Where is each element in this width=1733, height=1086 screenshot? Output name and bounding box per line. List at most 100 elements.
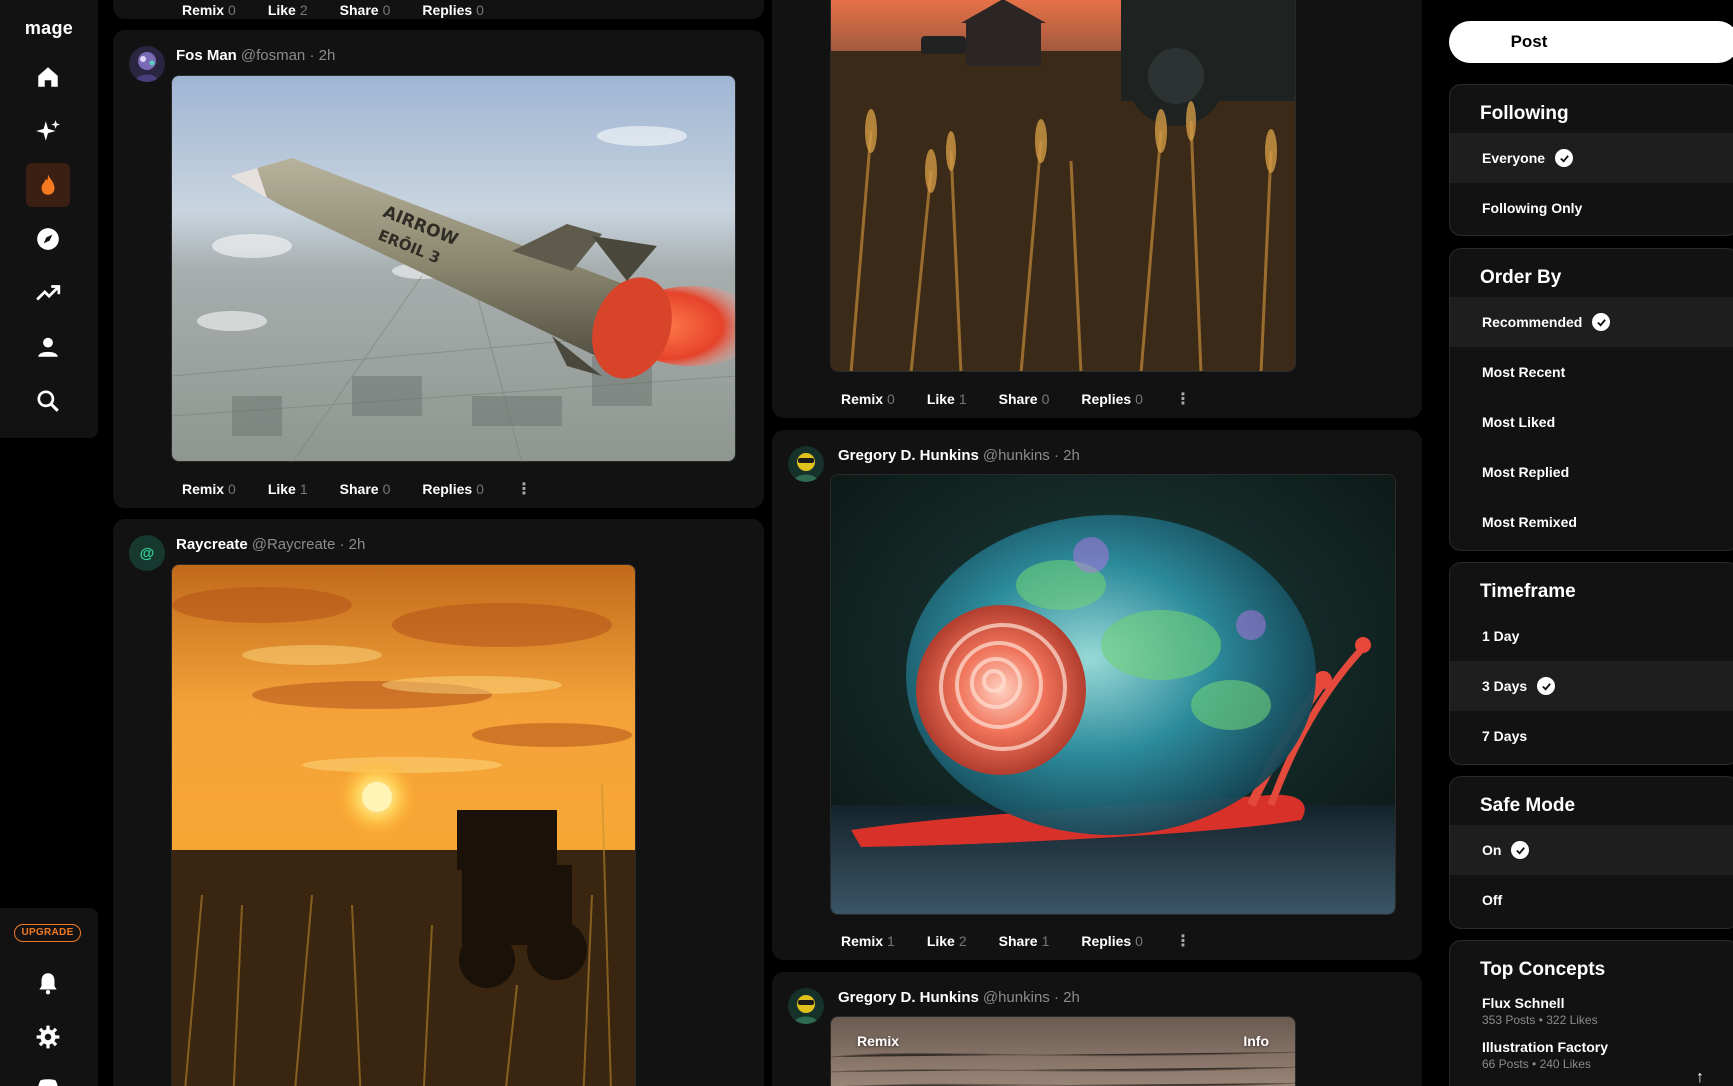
post-card: Gregory D. Hunkins@hunkins · 2h Remix1 — [772, 430, 1422, 960]
timeframe-option-3-days[interactable]: 3 Days — [1450, 661, 1733, 711]
post-time: · 2h — [339, 536, 366, 553]
panel-title: Timeframe — [1480, 581, 1576, 602]
more-options-icon[interactable]: ⋮ — [1175, 931, 1191, 951]
post-button[interactable]: Post — [1449, 21, 1733, 63]
post-actions: Remix 0 Like 1 Share 0 Replies 0 ⋮ — [182, 479, 532, 499]
avatar[interactable] — [788, 446, 824, 482]
post-card: Remix 0 Like 1 Share 0 Replies 0 ⋮ — [772, 0, 1422, 418]
post-author: Fos Man @fosman · 2h — [176, 47, 335, 64]
timeframe-option-7-days[interactable]: 7 Days — [1450, 711, 1733, 761]
order-option-most-replied[interactable]: Most Replied — [1450, 447, 1733, 497]
timeframe-option-1-day[interactable]: 1 Day — [1450, 611, 1733, 661]
panel-title: Following — [1480, 103, 1569, 124]
discord-icon[interactable] — [26, 1066, 70, 1086]
share-button[interactable]: Share 0 — [999, 391, 1050, 407]
avatar[interactable] — [129, 46, 165, 82]
post-image[interactable]: AIRROW ERŌIL 3 — [171, 75, 736, 462]
panel-title: Top Concepts — [1480, 959, 1606, 980]
safe-mode-option-off[interactable]: Off — [1450, 875, 1733, 925]
gear-icon[interactable] — [26, 1015, 70, 1059]
post-author: Raycreate @Raycreate · 2h — [176, 536, 365, 553]
bell-icon[interactable] — [26, 961, 70, 1005]
remix-button[interactable]: Remix 0 — [182, 2, 236, 18]
upgrade-button[interactable]: UPGRADE — [14, 924, 81, 942]
user-icon[interactable] — [26, 325, 70, 369]
post-image[interactable] — [830, 0, 1296, 372]
share-button[interactable]: Share 0 — [340, 2, 391, 18]
check-icon — [1555, 149, 1574, 167]
post-author: Gregory D. Hunkins @hunkins · 2h — [838, 447, 1080, 464]
home-icon[interactable] — [26, 55, 70, 99]
remix-button[interactable]: Remix 0 — [182, 481, 236, 497]
author-name[interactable]: Gregory D. Hunkins — [838, 447, 979, 464]
avatar[interactable] — [788, 988, 824, 1024]
filter-option-following-only[interactable]: Following Only — [1450, 183, 1733, 233]
post-card: Gregory D. Hunkins @hunkins · 2h Remix In… — [772, 972, 1422, 1086]
post-card: @ Raycreate @Raycreate · 2h — [113, 519, 764, 1086]
search-icon[interactable] — [26, 379, 70, 423]
share-button[interactable]: Share 1 — [999, 933, 1050, 949]
author-name[interactable]: Gregory D. Hunkins — [838, 989, 979, 1006]
concept-item[interactable]: Flux Schnell 353 Posts • 322 Likes — [1450, 995, 1733, 1027]
order-option-recommended[interactable]: Recommended — [1450, 297, 1733, 347]
remix-button[interactable]: Remix 0 — [841, 391, 895, 407]
check-icon — [1537, 677, 1556, 695]
author-name[interactable]: Raycreate — [176, 536, 248, 553]
replies-button[interactable]: Replies 0 — [422, 2, 484, 18]
post-card: Fos Man @fosman · 2h AIRROW ERŌIL 3 Remix… — [113, 30, 764, 508]
post-image[interactable]: Remix Info — [830, 1016, 1296, 1086]
compass-icon[interactable] — [26, 217, 70, 261]
replies-button[interactable]: Replies 0 — [1081, 391, 1143, 407]
logo[interactable]: mage — [0, 18, 98, 39]
share-button[interactable]: Share 0 — [340, 481, 391, 497]
like-button[interactable]: Like 1 — [268, 481, 308, 497]
post-card-partial: Remix 0 Like 2 Share 0 Replies 0 — [113, 0, 764, 19]
concept-item[interactable]: Illustration Factory 66 Posts • 240 Like… — [1450, 1039, 1733, 1071]
post-time: · 2h — [1053, 447, 1080, 464]
panel-title: Order By — [1480, 267, 1562, 288]
like-button[interactable]: Like 1 — [927, 391, 967, 407]
trending-icon[interactable] — [26, 271, 70, 315]
author-handle[interactable]: @hunkins — [983, 989, 1050, 1006]
image-info-button[interactable]: Info — [1243, 1033, 1269, 1049]
scroll-to-top-icon[interactable]: ↑ — [1696, 1069, 1704, 1086]
remix-button[interactable]: Remix 1 — [841, 933, 895, 949]
author-name[interactable]: Fos Man — [176, 47, 237, 64]
sparkles-icon[interactable] — [26, 109, 70, 153]
safe-mode-option-on[interactable]: On — [1450, 825, 1733, 875]
like-button[interactable]: Like 2 — [268, 2, 308, 18]
post-image[interactable] — [171, 564, 636, 1086]
check-icon — [1592, 313, 1611, 331]
like-button[interactable]: Like 2 — [927, 933, 967, 949]
post-actions: Remix 1 Like 2 Share 1 Replies 0 ⋮ — [841, 931, 1191, 951]
check-icon — [1511, 841, 1530, 859]
panel-title: Safe Mode — [1480, 795, 1576, 816]
order-option-most-remixed[interactable]: Most Remixed — [1450, 497, 1733, 547]
avatar[interactable]: @ — [129, 535, 165, 571]
safe-mode-panel: Safe Mode On Off — [1449, 776, 1733, 929]
at-icon: @ — [139, 544, 155, 562]
left-nav: mage — [0, 0, 98, 438]
filter-option-everyone[interactable]: Everyone — [1450, 133, 1733, 183]
top-concepts-panel: Top Concepts Flux Schnell 353 Posts • 32… — [1449, 940, 1733, 1086]
author-handle[interactable]: @hunkins — [983, 447, 1050, 464]
order-option-most-recent[interactable]: Most Recent — [1450, 347, 1733, 397]
post-actions: Remix 0 Like 2 Share 0 Replies 0 — [182, 0, 516, 19]
post-image[interactable] — [830, 474, 1396, 915]
post-author: Gregory D. Hunkins @hunkins · 2h — [838, 989, 1080, 1006]
more-options-icon[interactable]: ⋮ — [516, 479, 532, 499]
timeframe-panel: Timeframe 1 Day 3 Days 7 Days — [1449, 562, 1733, 765]
replies-button[interactable]: Replies 0 — [422, 481, 484, 497]
post-actions: Remix 0 Like 1 Share 0 Replies 0 ⋮ — [841, 389, 1191, 409]
order-by-panel: Order By Recommended Most Recent Most Li… — [1449, 248, 1733, 551]
author-handle[interactable]: @fosman — [241, 47, 305, 64]
order-option-most-liked[interactable]: Most Liked — [1450, 397, 1733, 447]
more-options-icon[interactable]: ⋮ — [1175, 389, 1191, 409]
author-handle[interactable]: @Raycreate — [252, 536, 336, 553]
post-time: · 2h — [309, 47, 336, 64]
fire-icon[interactable] — [26, 163, 70, 207]
image-remix-button[interactable]: Remix — [857, 1033, 899, 1049]
post-time: · 2h — [1053, 989, 1080, 1006]
left-nav-bottom: UPGRADE — [0, 908, 98, 1086]
replies-button[interactable]: Replies 0 — [1081, 933, 1143, 949]
